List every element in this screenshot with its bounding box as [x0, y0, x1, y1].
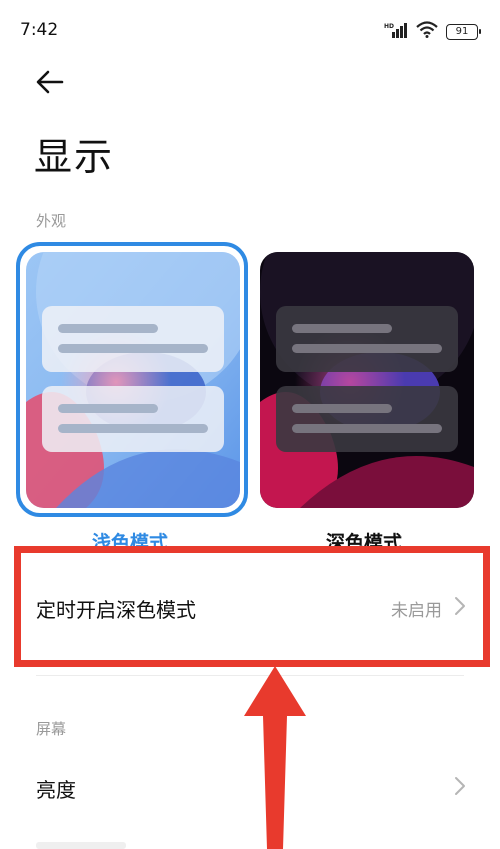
- section-label-screen: 屏幕: [36, 720, 67, 738]
- back-arrow-icon: [36, 70, 64, 94]
- annotation-arrow-icon: [244, 666, 306, 849]
- battery-icon: 91: [446, 23, 481, 40]
- dark-mode-preview: [260, 252, 474, 508]
- section-label-appearance: 外观: [36, 212, 67, 230]
- signal-icon: HD: [384, 22, 408, 42]
- annotation-highlight-box: [14, 546, 490, 667]
- light-mode-card[interactable]: [26, 252, 240, 508]
- brightness-label: 亮度: [36, 778, 76, 802]
- wifi-icon: [416, 21, 438, 42]
- status-time: 7:42: [20, 20, 59, 40]
- network-badge: HD: [384, 23, 394, 30]
- page-title: 显示: [34, 135, 115, 179]
- status-bar: 7:42 HD 91: [0, 0, 500, 60]
- light-mode-preview: [26, 252, 240, 508]
- next-row-partial: [36, 842, 126, 849]
- back-button[interactable]: [32, 64, 72, 100]
- status-icons: HD 91: [384, 21, 481, 42]
- chevron-right-icon: [455, 777, 465, 795]
- dark-mode-card[interactable]: [260, 252, 474, 508]
